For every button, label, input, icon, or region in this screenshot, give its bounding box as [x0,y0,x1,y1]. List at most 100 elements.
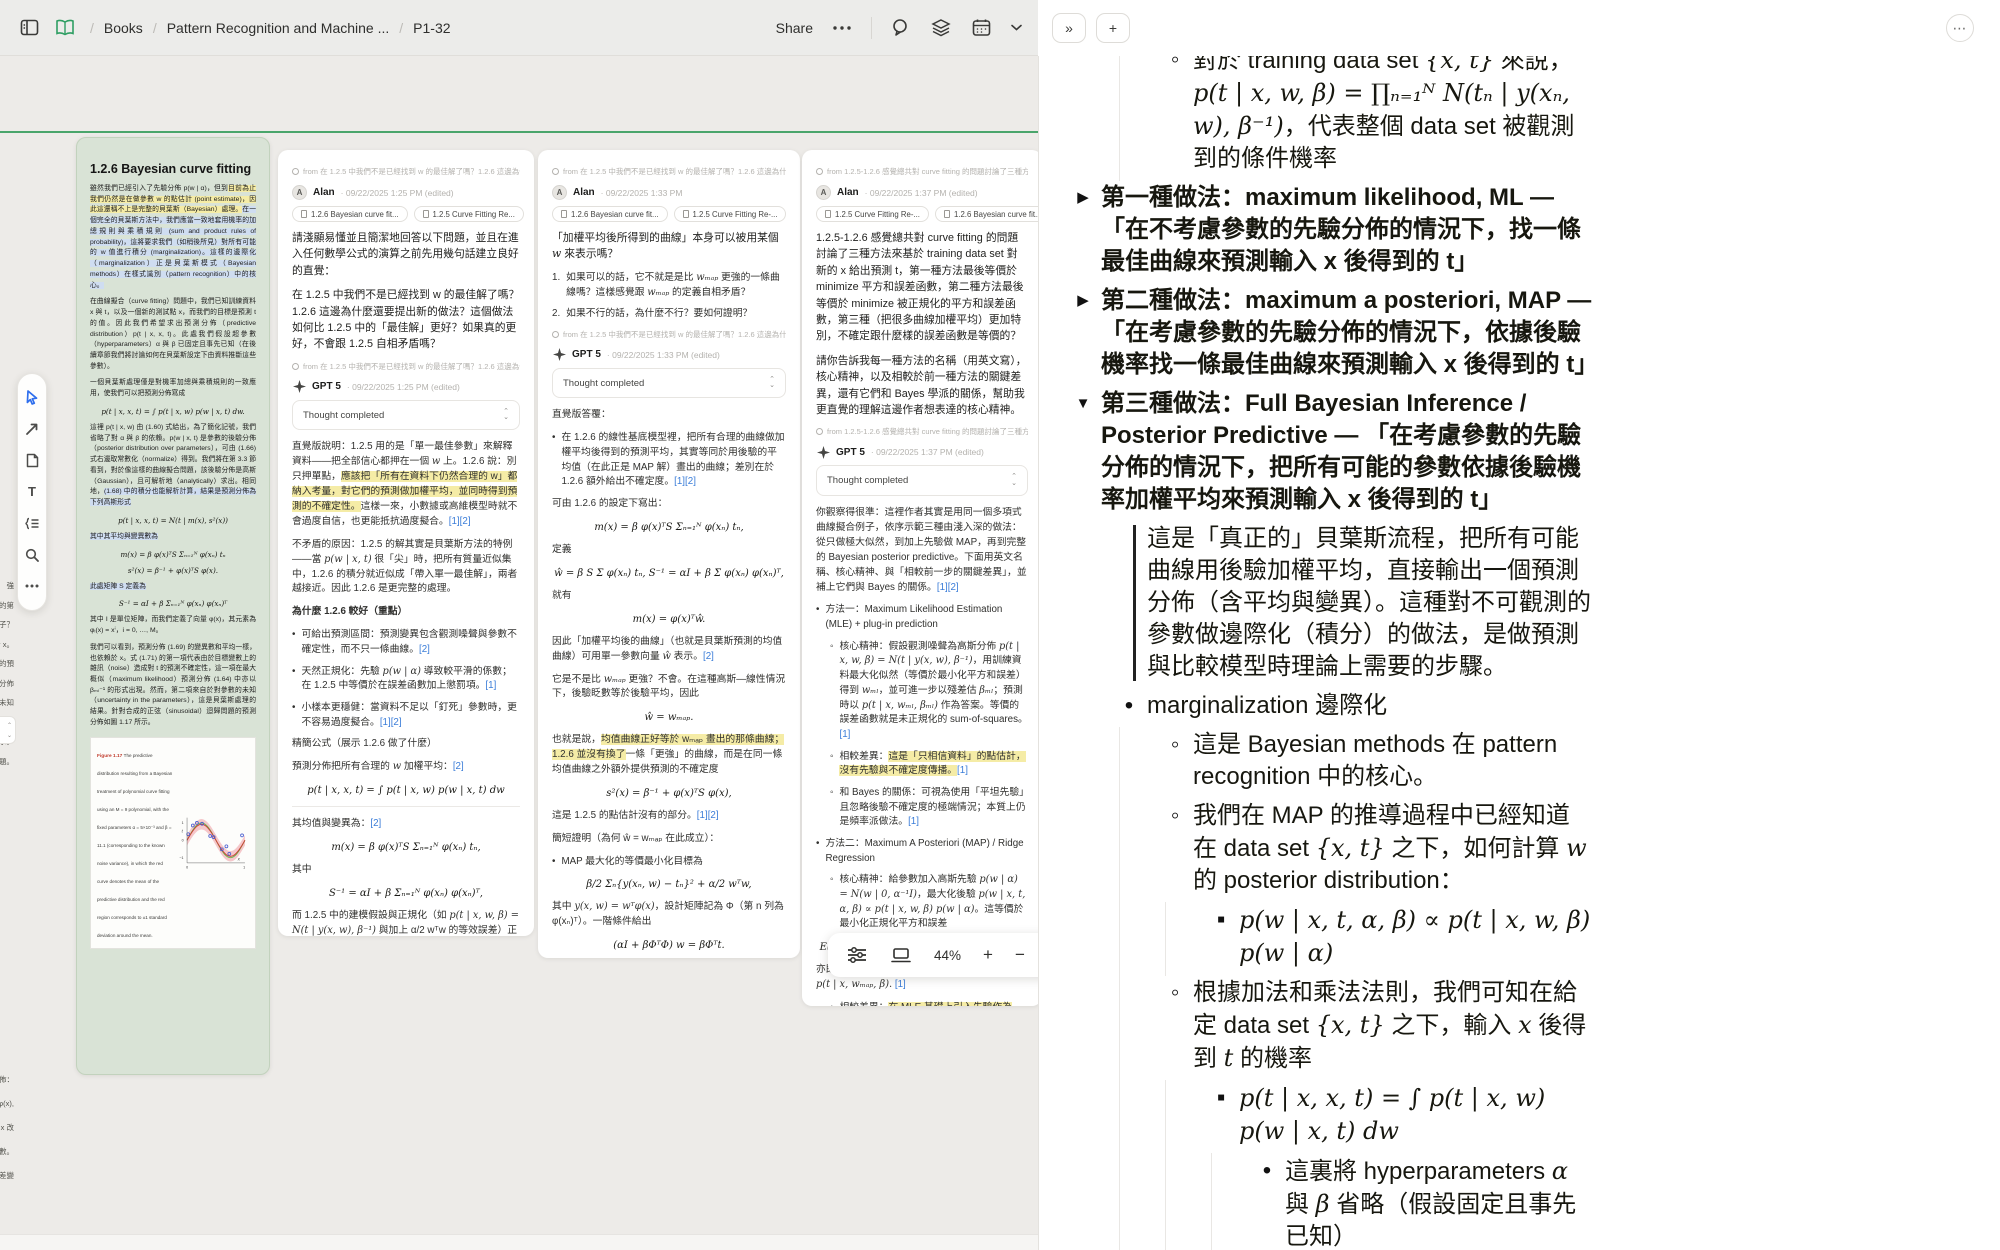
pdf-formula: p(t | x, x, t) = N(t | m(x), s²(x)) [90,516,256,525]
note-item: ▶第一種做法：maximum likelihood, ML — 「在不考慮參數的… [1101,182,1593,278]
list-item: ◦和 Bayes 的關係：可視為使用「平坦先驗」且忽略後驗不確定度的極端情況；本… [816,786,1028,830]
reference-chip[interactable]: 1.2.6 Bayesian curve fit... [935,206,1038,222]
share-button[interactable]: Share [776,20,813,36]
canvas-workspace[interactable]: 強想從 1.71 的第裡的例子？依賴於 x。造成對 t 的預預測分佈參數的未知果… [0,56,1038,1250]
citation-link[interactable]: [1][2] [380,717,402,728]
chat-card[interactable]: from 在 1.2.5 中我們不是已經找到 w 的最佳解了嗎？1.2.6 這邊… [278,150,534,936]
text-tool-icon[interactable]: T [24,484,40,500]
citation-link[interactable]: [1][2] [937,582,959,593]
paragraph: 直覺版答覆： [552,408,786,423]
svg-text:1: 1 [182,821,184,825]
list-item: ◦核心精神：給參數加入高斯先驗 p(w | α) = N(w | 0, α⁻¹I… [816,873,1028,932]
fit-page-icon[interactable] [890,944,912,966]
layers-icon[interactable] [930,17,952,39]
collapse-stepper[interactable]: ⌃⌃ [0,716,16,744]
zoom-in-button[interactable]: + [983,945,993,965]
zoom-out-button[interactable]: − [1015,945,1025,965]
reference-chip[interactable]: 1.2.5 Curve Fitting Re... [414,206,524,222]
svg-text:0: 0 [182,838,184,842]
source-backlink[interactable]: from 在 1.2.5 中我們不是已經找到 w 的最佳解了嗎？1.2.6 這邊… [292,361,520,372]
link-icon [816,428,823,435]
citation-link[interactable]: [2] [370,818,381,829]
gpt-icon [816,445,830,459]
citation-link[interactable]: [1] [908,816,919,827]
paragraph: 簡短證明（為何 ŵ = wₘₐₚ 在此成立）： [552,832,786,847]
search-icon[interactable] [24,547,40,563]
paragraph: 其中 [292,863,520,878]
source-backlink[interactable]: from 在 1.2.5 中我們不是已經找到 w 的最佳解了嗎？1.2.6 這邊… [552,329,786,340]
paragraph: 可由 1.2.6 的設定下寫出： [552,497,786,512]
reference-chip[interactable]: 1.2.6 Bayesian curve fit... [552,206,668,222]
thought-toggle[interactable]: Thought completed⌃⌄ [292,400,520,431]
note-tool-icon[interactable] [24,453,40,469]
paragraph: 預測分佈把所有合理的 w 加權平均：[2] [292,760,520,775]
gpt-icon [552,348,566,362]
more-tools-icon[interactable] [24,578,40,594]
pdf-paragraph: 在曲線擬合（curve fitting）問題中，我們已知訓練資料 x 與 t，以… [90,297,256,372]
pdf-section-card[interactable]: 1.2.6 Bayesian curve fitting 雖然我們已經引入了先驗… [76,137,270,1075]
source-backlink[interactable]: from 在 1.2.5 中我們不是已經找到 w 的最佳解了嗎？1.2.6 這邊… [292,166,520,177]
citation-link[interactable]: [2] [703,651,714,662]
add-tab-button[interactable]: + [1096,13,1130,43]
zoom-level-value[interactable]: 44% [934,948,961,963]
section-title: 1.2.6 Bayesian curve fitting [90,162,256,176]
paragraph: 「加權平均後所得到的曲線」本身可以被用某個 w 來表示嗎？ [552,230,786,263]
source-backlink[interactable]: from 在 1.2.5 中我們不是已經找到 w 的最佳解了嗎？1.2.6 這邊… [552,166,786,177]
reference-chip[interactable]: 1.2.5 Curve Fitting Re-... [816,206,929,222]
sidebar-toggle-icon[interactable] [18,17,40,39]
disclosure-triangle[interactable]: ▶ [1071,285,1095,317]
disclosure-triangle[interactable]: ▼ [1071,388,1095,420]
note-item: ◦我們在 MAP 的推導過程中已經知道在 data set {x, t} 之下，… [1101,800,1593,897]
formula: m(x) = β φ(x)ᵀS Σₙ₌₁ᴺ φ(xₙ) tₙ, [552,522,786,533]
page-icon [561,210,567,218]
pdf-paragraph: 此處矩陣 S 定義為 [90,582,256,593]
outline-tool-icon[interactable] [24,515,40,531]
more-icon[interactable] [831,17,853,39]
reference-chips: 1.2.6 Bayesian curve fit... 1.2.5 Curve F… [552,206,786,222]
breadcrumb-document[interactable]: Pattern Recognition and Machine ... [167,20,390,36]
source-backlink[interactable]: from 1.2.5-1.2.6 感覺總共對 curve fitting 的問題… [816,426,1028,437]
view-settings-icon[interactable] [846,944,868,966]
citation-link[interactable]: [1][2] [449,516,471,527]
citation-link[interactable]: [1] [839,729,850,740]
zoom-toolbar: 44% + − [828,933,1038,977]
citation-link[interactable]: [1][2] [674,476,696,487]
thought-toggle[interactable]: Thought completed⌃⌄ [552,368,786,399]
calendar-icon[interactable] [970,17,992,39]
list-item: •方法二：Maximum A Posteriori (MAP) / Ridge … [816,837,1028,866]
breadcrumb-books[interactable]: Books [104,20,143,36]
citation-link[interactable]: [1] [485,680,496,691]
bullet-marker: • [1255,1155,1279,1187]
book-icon[interactable] [54,17,76,39]
reference-chip[interactable]: 1.2.5 Curve Fitting Re-... [674,206,787,222]
reference-chip[interactable]: 1.2.6 Bayesian curve fit... [292,206,408,222]
panel-more-button[interactable]: ⋯ [1946,14,1974,42]
pdf-formula: m(x) = β φ(x)ᵀS Σₙ₌₁ᴺ φ(xₙ) tₙ [90,550,256,559]
list-item: •可給出預測區間：預測變異包含觀測噪聲與參數不確定性，而不只一條曲線。[2] [292,628,520,657]
arrow-tool-icon[interactable] [24,421,40,437]
citation-link[interactable]: [2] [419,644,430,655]
disclosure-triangle[interactable]: ▶ [1071,182,1095,214]
thought-toggle[interactable]: Thought completed⌃⌄ [816,465,1028,496]
pdf-formula: s²(x) = β⁻¹ + φ(x)ᵀS φ(x). [90,566,256,575]
citation-link[interactable]: [2] [453,761,464,772]
author-name: Alan [837,187,859,198]
chat-card[interactable]: from 1.2.5-1.2.6 感覺總共對 curve fitting 的問題… [802,150,1038,1006]
notes-panel[interactable]: ◦對於 training data set {x, t} 來說，p(t | x,… [1038,56,2000,1250]
citation-link[interactable]: [1] [957,765,968,776]
source-backlink[interactable]: from 1.2.5-1.2.6 感覺總共對 curve fitting 的問題… [816,166,1028,177]
select-cursor-icon[interactable] [24,390,40,406]
svg-text:0: 0 [187,865,189,869]
collapse-panel-button[interactable]: » [1052,13,1086,43]
pdf-paragraph: 這裡 p(t | x, w) 由 (1.60) 式給出，為了簡化記號，我們省略了… [90,423,256,509]
bullet-marker: ◦ [1163,729,1187,761]
breadcrumb-page[interactable]: P1-32 [413,20,450,36]
citation-link[interactable]: [1] [895,979,906,990]
author-name: GPT 5 [312,381,341,392]
paragraph: 定義 [552,543,786,558]
chat-card[interactable]: from 在 1.2.5 中我們不是已經找到 w 的最佳解了嗎？1.2.6 這邊… [538,150,800,958]
paragraph: 為什麼 1.2.6 較好（重點） [292,605,520,620]
comment-icon[interactable] [890,17,912,39]
chevron-down-icon[interactable] [1010,17,1022,39]
citation-link[interactable]: [1][2] [697,810,719,821]
